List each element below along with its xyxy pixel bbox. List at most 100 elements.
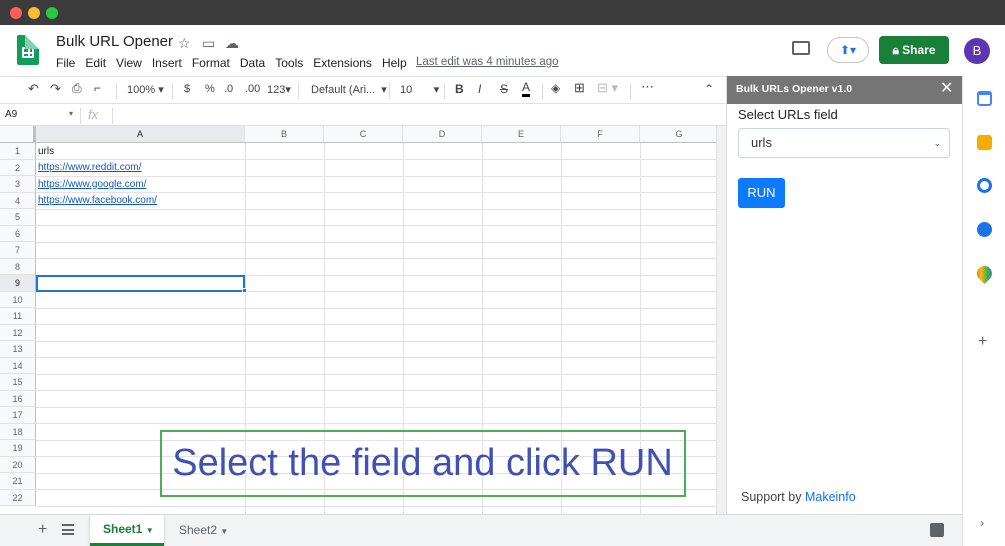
minimize-window-button[interactable] [28,7,40,19]
menu-tools[interactable]: Tools [275,56,303,70]
menu-format[interactable]: Format [192,56,230,70]
column-header[interactable]: G [640,126,716,143]
row-header[interactable]: 7 [0,242,36,259]
cell-a1[interactable]: urls [38,144,54,160]
more-toolbar-button[interactable]: ⋯ [641,79,654,95]
row-header[interactable]: 14 [0,357,36,374]
account-avatar[interactable]: B [964,38,990,64]
menu-view[interactable]: View [116,56,142,70]
comment-history-icon[interactable] [792,41,810,55]
zoom-window-button[interactable] [46,7,58,19]
font-family-select[interactable]: Default (Ari... ▾ [311,83,387,96]
menu-help[interactable]: Help [382,56,407,70]
row-header[interactable]: 21 [0,473,36,490]
more-formats-select[interactable]: 123▾ [267,83,291,96]
column-header[interactable]: D [403,126,482,143]
currency-format-button[interactable]: $ [184,83,190,95]
row-header[interactable]: 6 [0,225,36,242]
print-icon[interactable]: ⎙ [72,81,82,96]
get-addons-icon[interactable]: + [978,333,987,351]
tab-sheet2[interactable]: Sheet2 ▼ [168,515,242,546]
borders-icon[interactable]: ⊞ [574,80,585,96]
cell-a3-link[interactable]: https://www.google.com/ [38,177,146,193]
increase-decimal-button[interactable]: .00 [245,83,260,95]
tab-sheet1[interactable]: Sheet1 ▼ [90,515,164,546]
row-header[interactable]: 8 [0,258,36,275]
fill-color-icon[interactable]: ◈ [551,81,560,95]
row-header[interactable]: 19 [0,440,36,457]
menu-edit[interactable]: Edit [85,56,106,70]
collapse-toolbar-icon[interactable]: ⌃ [704,82,714,96]
row-header[interactable]: 11 [0,308,36,325]
redo-icon[interactable]: ↷ [50,81,61,97]
name-box[interactable]: A9 [5,109,17,120]
move-folder-icon[interactable]: ▭ [202,35,215,52]
sheet-tabs-bar: + Sheet1 ▼ Sheet2 ▼ [0,514,962,546]
tasks-icon[interactable] [977,178,992,193]
explore-icon[interactable] [930,523,944,537]
row-header[interactable]: 22 [0,489,36,506]
keep-icon[interactable] [977,135,992,150]
strikethrough-button[interactable]: S [500,82,508,96]
close-window-button[interactable] [10,7,22,19]
row-header[interactable]: 9 [0,275,36,292]
zoom-select[interactable]: 100% ▾ [127,83,164,96]
row-header[interactable]: 16 [0,390,36,407]
name-box-dropdown-icon[interactable]: ▾ [69,109,73,118]
sheets-logo-icon[interactable] [17,35,39,65]
star-icon[interactable]: ☆ [178,35,191,52]
cloud-status-icon[interactable]: ☁ [225,35,239,52]
maps-icon[interactable] [973,262,996,285]
column-header[interactable]: B [245,126,324,143]
document-title[interactable]: Bulk URL Opener [56,33,173,50]
vertical-scrollbar[interactable] [716,126,726,514]
undo-icon[interactable]: ↶ [28,81,39,97]
makeinfo-link[interactable]: Makeinfo [805,490,856,504]
italic-button[interactable]: I [478,82,481,96]
calendar-icon[interactable] [977,91,992,106]
row-header[interactable]: 10 [0,291,36,308]
urls-field-select[interactable]: urls ⌄ [738,128,950,158]
run-button[interactable]: RUN [738,178,785,208]
share-button[interactable]: 🔒︎ Share [879,36,949,64]
column-header[interactable]: A [36,126,245,143]
column-header[interactable]: E [482,126,561,143]
percent-format-button[interactable]: % [205,83,215,95]
font-size-select[interactable]: 10 ▾ [400,83,439,96]
side-panel-rail: + › [962,76,1005,546]
row-header[interactable]: 12 [0,324,36,341]
menu-data[interactable]: Data [240,56,265,70]
row-header[interactable]: 15 [0,374,36,391]
cell-a4-link[interactable]: https://www.facebook.com/ [38,193,157,209]
close-icon[interactable]: ✕ [940,80,953,98]
decrease-decimal-button[interactable]: .0 [224,83,233,95]
present-button[interactable]: ⬆▾ [827,37,869,63]
contacts-icon[interactable] [977,222,992,237]
row-header[interactable]: 4 [0,192,36,209]
row-header[interactable]: 17 [0,407,36,424]
text-color-button[interactable]: A [522,80,531,97]
menu-insert[interactable]: Insert [152,56,182,70]
fill-handle[interactable] [242,288,247,293]
row-header[interactable]: 5 [0,209,36,226]
add-sheet-icon[interactable]: + [38,521,47,539]
select-all-corner[interactable] [0,126,36,143]
menu-file[interactable]: File [56,56,75,70]
row-header[interactable]: 2 [0,159,36,176]
merge-cells-icon[interactable]: ⊟ ▾ [597,80,618,96]
last-edit-link[interactable]: Last edit was 4 minutes ago [416,56,559,68]
row-header[interactable]: 18 [0,423,36,440]
cell-a2-link[interactable]: https://www.reddit.com/ [38,160,141,176]
paint-format-icon[interactable]: ⌐ [94,81,101,95]
chevron-right-icon[interactable]: › [980,516,984,530]
column-header[interactable]: C [324,126,403,143]
row-header[interactable]: 1 [0,143,36,160]
row-header[interactable]: 3 [0,176,36,193]
bold-button[interactable]: B [455,82,464,96]
row-header[interactable]: 13 [0,341,36,358]
all-sheets-icon[interactable] [62,524,74,535]
menu-extensions[interactable]: Extensions [313,56,372,70]
row-header[interactable]: 20 [0,456,36,473]
column-header[interactable]: F [561,126,640,143]
selected-cell-a9[interactable] [36,274,245,292]
